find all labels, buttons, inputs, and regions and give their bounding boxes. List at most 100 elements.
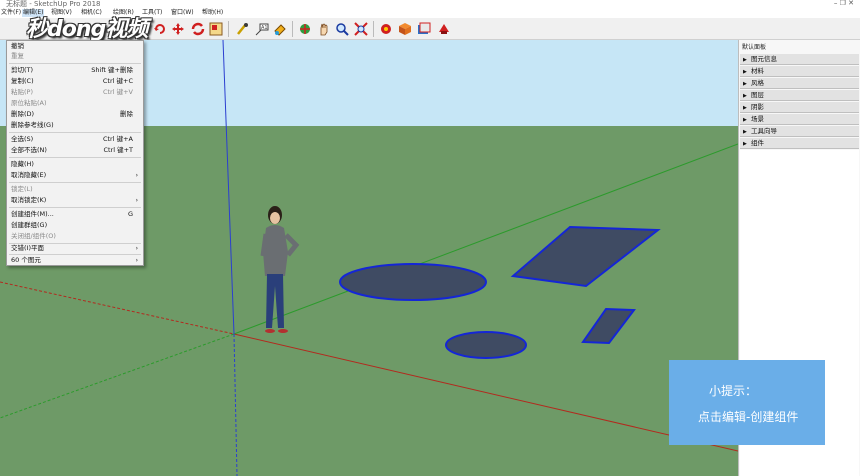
- menu-item-label: 撤销: [11, 42, 24, 50]
- menu-item-label: 交错(I)平面: [11, 244, 44, 252]
- tray-panel-entity-info[interactable]: ▶ 图元信息: [740, 54, 859, 65]
- menu-item-label: 粘贴(P): [11, 88, 33, 96]
- move-icon[interactable]: [170, 21, 186, 37]
- submenu-arrow-icon: ›: [135, 197, 138, 204]
- extension-icon[interactable]: [436, 21, 452, 37]
- ellipse-shape-large[interactable]: [339, 263, 487, 301]
- menu-item-paste-in-place[interactable]: 原位粘贴(A): [7, 98, 143, 109]
- tape-measure-icon[interactable]: [234, 21, 250, 37]
- menu-separator: [9, 207, 141, 208]
- window-title: 无标题 - SketchUp Pro 2018: [6, 0, 101, 8]
- tray-panel-label: 图元信息: [751, 55, 777, 63]
- expand-arrow-icon: ▶: [743, 105, 747, 111]
- styles-icon[interactable]: [416, 21, 432, 37]
- tray-panel-label: 材料: [751, 67, 764, 75]
- menu-separator: [9, 132, 141, 133]
- menu-separator: [9, 157, 141, 158]
- tray-panel-components[interactable]: ▶ 组件: [740, 138, 859, 149]
- menu-item-delete[interactable]: 删除(D) 删除: [7, 109, 143, 120]
- menu-item-close-group[interactable]: 关闭组/组件(O): [7, 231, 143, 242]
- tray-panel-label: 图层: [751, 91, 764, 99]
- menu-window[interactable]: 窗口(W): [170, 9, 195, 17]
- zoom-extents-icon[interactable]: [353, 21, 369, 37]
- menu-item-shortcut: Ctrl 键+C: [102, 77, 133, 85]
- svg-text:A1: A1: [261, 25, 268, 31]
- menu-item-label: 重复: [11, 52, 24, 60]
- tray-panel-shadows[interactable]: ▶ 阴影: [740, 102, 859, 113]
- menu-item-entities[interactable]: 60 个图元 ›: [7, 255, 143, 266]
- follow-me-icon[interactable]: [190, 21, 206, 37]
- menu-item-label: 取消隐藏(E): [11, 171, 47, 179]
- menu-item-shortcut: Ctrl 键+A: [102, 135, 133, 143]
- menu-item-label: 关闭组/组件(O): [11, 232, 56, 240]
- submenu-arrow-icon: ›: [135, 257, 138, 264]
- menu-item-label: 创建组件(M)...: [11, 210, 54, 218]
- window-controls[interactable]: – ❐ ✕: [834, 0, 854, 7]
- expand-arrow-icon: ▶: [743, 141, 747, 147]
- tray-panel-materials[interactable]: ▶ 材料: [740, 66, 859, 77]
- title-bar: 无标题 - SketchUp Pro 2018 – ❐ ✕: [0, 0, 860, 8]
- components-icon[interactable]: [397, 21, 413, 37]
- submenu-arrow-icon: ›: [135, 172, 138, 179]
- menu-file[interactable]: 文件(F): [0, 9, 22, 17]
- watermark-logo: 秒dong视频: [26, 11, 148, 43]
- menu-item-label: 全部不选(N): [11, 146, 47, 154]
- menu-item-select-all[interactable]: 全选(S) Ctrl 键+A: [7, 134, 143, 145]
- tip-text: 点击编辑-创建组件: [698, 410, 799, 424]
- expand-arrow-icon: ▶: [743, 57, 747, 63]
- paint-icon[interactable]: [272, 21, 288, 37]
- menu-item-label: 取消锁定(K): [11, 196, 47, 204]
- edit-menu-dropdown: 撤销 重复 剪切(T) Shift 键+删除 复制(C) Ctrl 键+C 粘贴(P…: [6, 40, 144, 266]
- menu-item-select-none[interactable]: 全部不选(N) Ctrl 键+T: [7, 145, 143, 156]
- menu-separator: [9, 182, 141, 183]
- menu-item-make-component[interactable]: 创建组件(M)... G: [7, 209, 143, 220]
- menu-item-shortcut: Ctrl 键+T: [103, 146, 133, 154]
- expand-arrow-icon: ▶: [743, 93, 747, 99]
- menu-item-make-group[interactable]: 创建群组(G): [7, 220, 143, 231]
- menu-separator: [9, 63, 141, 64]
- orbit-icon[interactable]: [297, 21, 313, 37]
- tray-panel-instructor[interactable]: ▶ 工具向导: [740, 126, 859, 137]
- menu-item-unhide[interactable]: 取消隐藏(E) ›: [7, 170, 143, 181]
- menu-item-shortcut: Shift 键+删除: [91, 66, 133, 74]
- menu-item-shortcut: G: [127, 210, 133, 218]
- menu-item-label: 锁定(L): [11, 185, 33, 193]
- warehouse-icon[interactable]: [378, 21, 394, 37]
- zoom-icon[interactable]: [334, 21, 350, 37]
- rotate-icon[interactable]: [152, 21, 168, 37]
- menu-item-hide[interactable]: 隐藏(H): [7, 159, 143, 170]
- menu-item-unlock[interactable]: 取消锁定(K) ›: [7, 195, 143, 206]
- menu-item-redo[interactable]: 重复: [7, 51, 143, 62]
- pan-icon[interactable]: [316, 21, 332, 37]
- tray-panel-layers[interactable]: ▶ 图层: [740, 90, 859, 101]
- menu-item-lock[interactable]: 锁定(L): [7, 184, 143, 195]
- menu-item-copy[interactable]: 复制(C) Ctrl 键+C: [7, 76, 143, 87]
- toolbar-separator: [373, 21, 374, 37]
- menu-item-cut[interactable]: 剪切(T) Shift 键+删除: [7, 65, 143, 76]
- menu-item-label: 剪切(T): [11, 66, 34, 74]
- menu-item-label: 复制(C): [11, 77, 34, 85]
- menu-item-label: 全选(S): [11, 135, 34, 143]
- tray-panel-label: 组件: [751, 139, 764, 147]
- watermark-text: 秒dong视频: [26, 17, 148, 42]
- ellipse-shape-small[interactable]: [445, 331, 527, 359]
- menu-item-label: 删除参考线(G): [11, 121, 54, 129]
- tray-panel-label: 场景: [751, 115, 764, 123]
- expand-arrow-icon: ▶: [743, 81, 747, 87]
- tray-panel-styles[interactable]: ▶ 风格: [740, 78, 859, 89]
- scale-icon[interactable]: [208, 21, 224, 37]
- expand-arrow-icon: ▶: [743, 69, 747, 75]
- menu-item-label: 创建群组(G): [11, 221, 48, 229]
- tray-panel-label: 工具向导: [751, 127, 777, 135]
- menu-item-label: 60 个图元: [11, 256, 41, 264]
- text-icon[interactable]: A1: [254, 21, 270, 37]
- menu-item-label: 原位粘贴(A): [11, 99, 47, 107]
- menu-item-intersect-faces[interactable]: 交错(I)平面 ›: [7, 243, 143, 254]
- menu-item-delete-guides[interactable]: 删除参考线(G): [7, 120, 143, 131]
- menu-item-paste[interactable]: 粘贴(P) Ctrl 键+V: [7, 87, 143, 98]
- menu-item-shortcut: Ctrl 键+V: [102, 88, 133, 96]
- tray-panel-scenes[interactable]: ▶ 场景: [740, 114, 859, 125]
- submenu-arrow-icon: ›: [135, 245, 138, 252]
- menu-item-label: 隐藏(H): [11, 160, 34, 168]
- menu-help[interactable]: 帮助(H): [201, 9, 224, 17]
